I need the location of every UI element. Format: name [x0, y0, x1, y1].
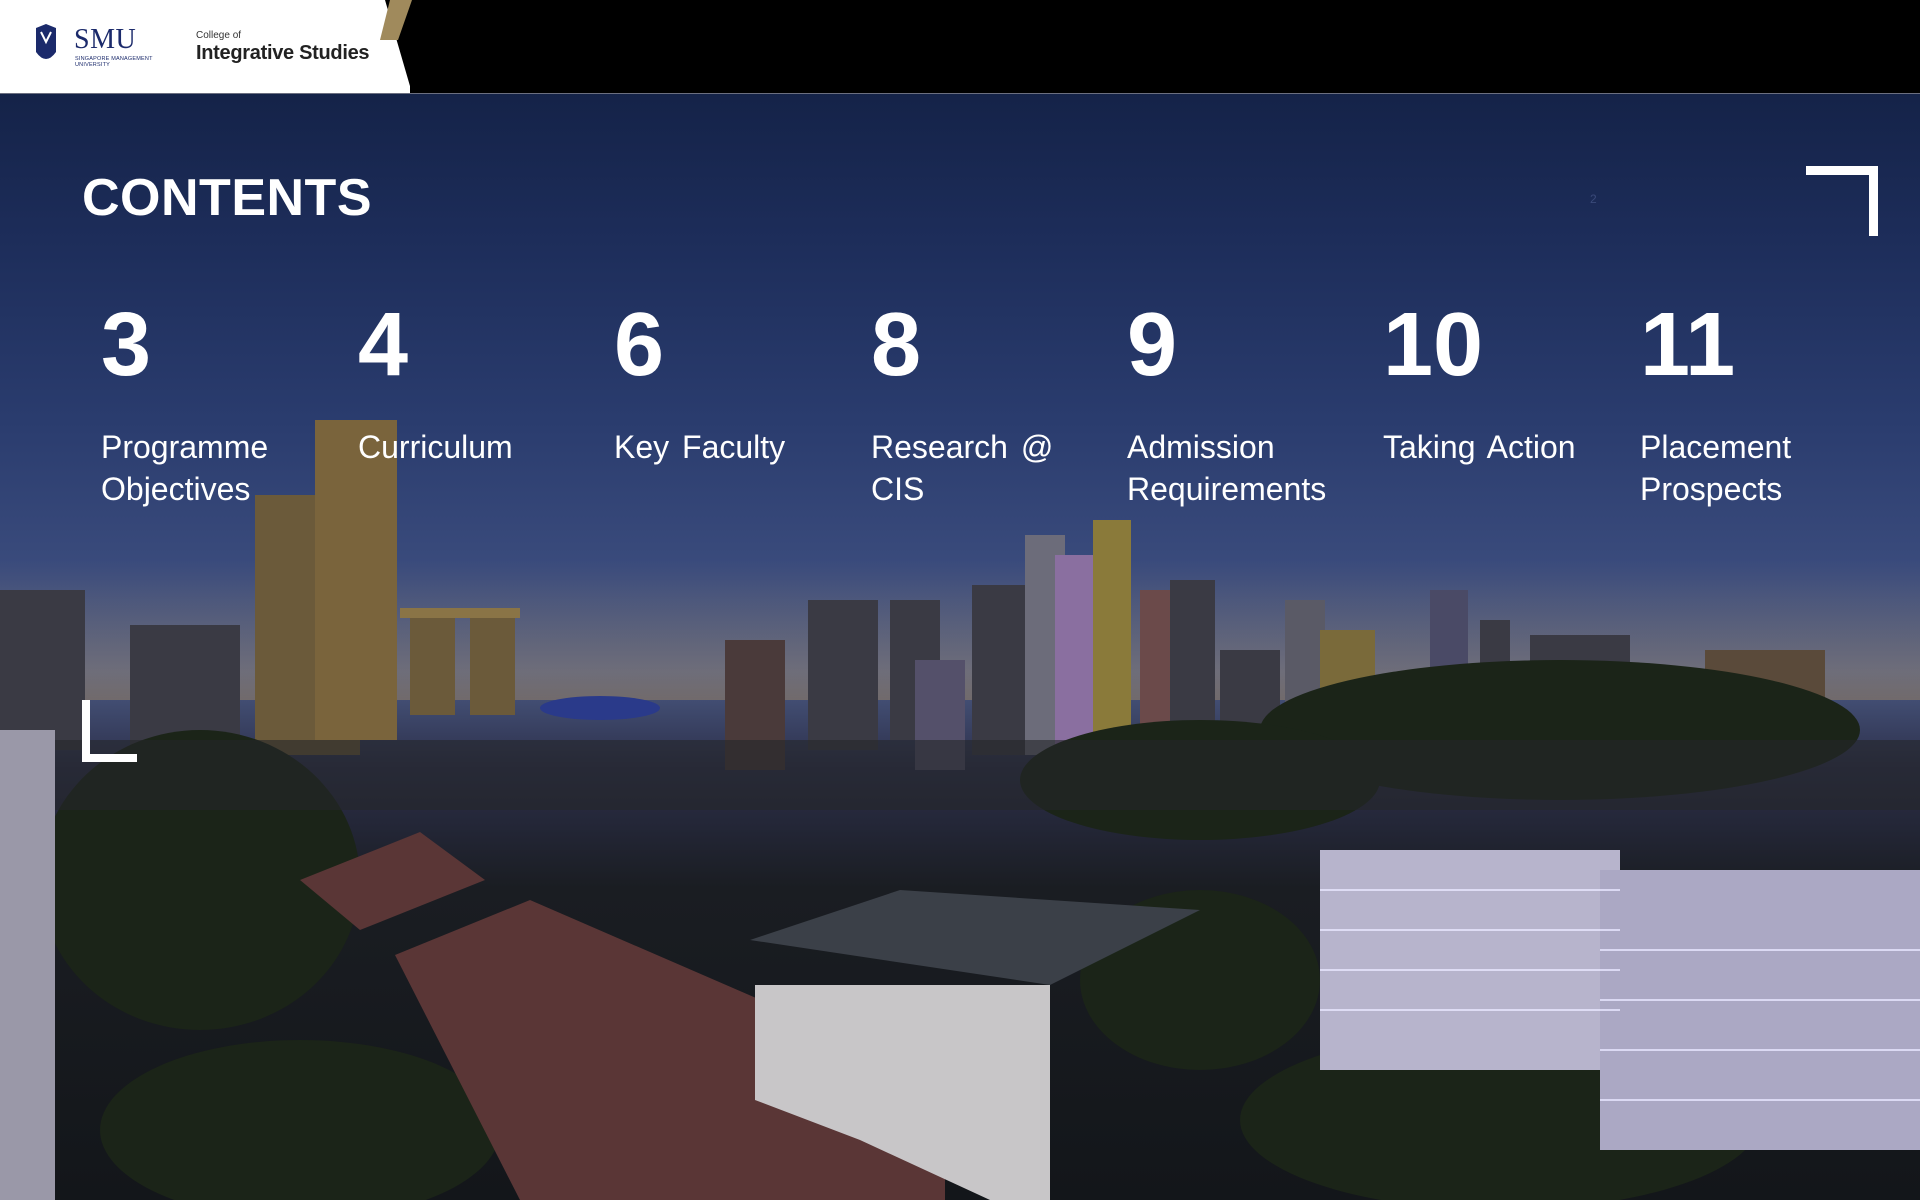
contents-page-number: 9	[1127, 295, 1178, 395]
page-number: 2	[1590, 192, 1597, 206]
contents-page-number: 6	[614, 295, 665, 395]
contents-page-number: 11	[1640, 295, 1736, 395]
smu-logo-subtitle: SINGAPORE MANAGEMENT UNIVERSITY	[75, 56, 153, 68]
corner-bracket-top-right	[1806, 166, 1878, 236]
contents-item-admission-requirements[interactable]: 9 Admission Requirements	[1127, 300, 1367, 510]
contents-item-research-at-cis[interactable]: 8 Research @ CIS	[871, 300, 1111, 510]
contents-item-label: Programme Objectives	[101, 429, 269, 507]
contents-item-curriculum[interactable]: 4 Curriculum	[358, 300, 598, 468]
contents-item-placement-prospects[interactable]: 11 Placement Prospects	[1640, 300, 1880, 510]
contents-page-number: 10	[1383, 295, 1484, 395]
contents-item-label: Key Faculty	[614, 429, 786, 465]
page-title: CONTENTS	[82, 169, 372, 227]
contents-page-number: 4	[358, 295, 409, 395]
contents-item-taking-action[interactable]: 10 Taking Action	[1383, 300, 1623, 468]
college-name: Integrative Studies	[196, 42, 370, 64]
contents-item-label: Admission Requirements	[1127, 429, 1327, 507]
college-prefix: College of	[196, 30, 242, 41]
contents-item-label: Curriculum	[358, 429, 513, 465]
header-bar: SMU SINGAPORE MANAGEMENT UNIVERSITY Coll…	[0, 0, 1920, 94]
contents-page-number: 3	[101, 295, 152, 395]
contents-item-label: Taking Action	[1383, 429, 1576, 465]
contents-item-label: Research @ CIS	[871, 429, 1054, 507]
contents-item-programme-objectives[interactable]: 3 Programme Objectives	[101, 300, 341, 510]
contents-item-key-faculty[interactable]: 6 Key Faculty	[614, 300, 854, 468]
corner-bracket-bottom-left	[82, 700, 137, 762]
smu-crest-icon	[36, 24, 56, 59]
contents-item-label: Placement Prospects	[1640, 429, 1792, 507]
smu-logo-text: SMU	[74, 24, 137, 55]
logo-panel: SMU SINGAPORE MANAGEMENT UNIVERSITY Coll…	[0, 0, 410, 93]
contents-page-number: 8	[871, 295, 922, 395]
